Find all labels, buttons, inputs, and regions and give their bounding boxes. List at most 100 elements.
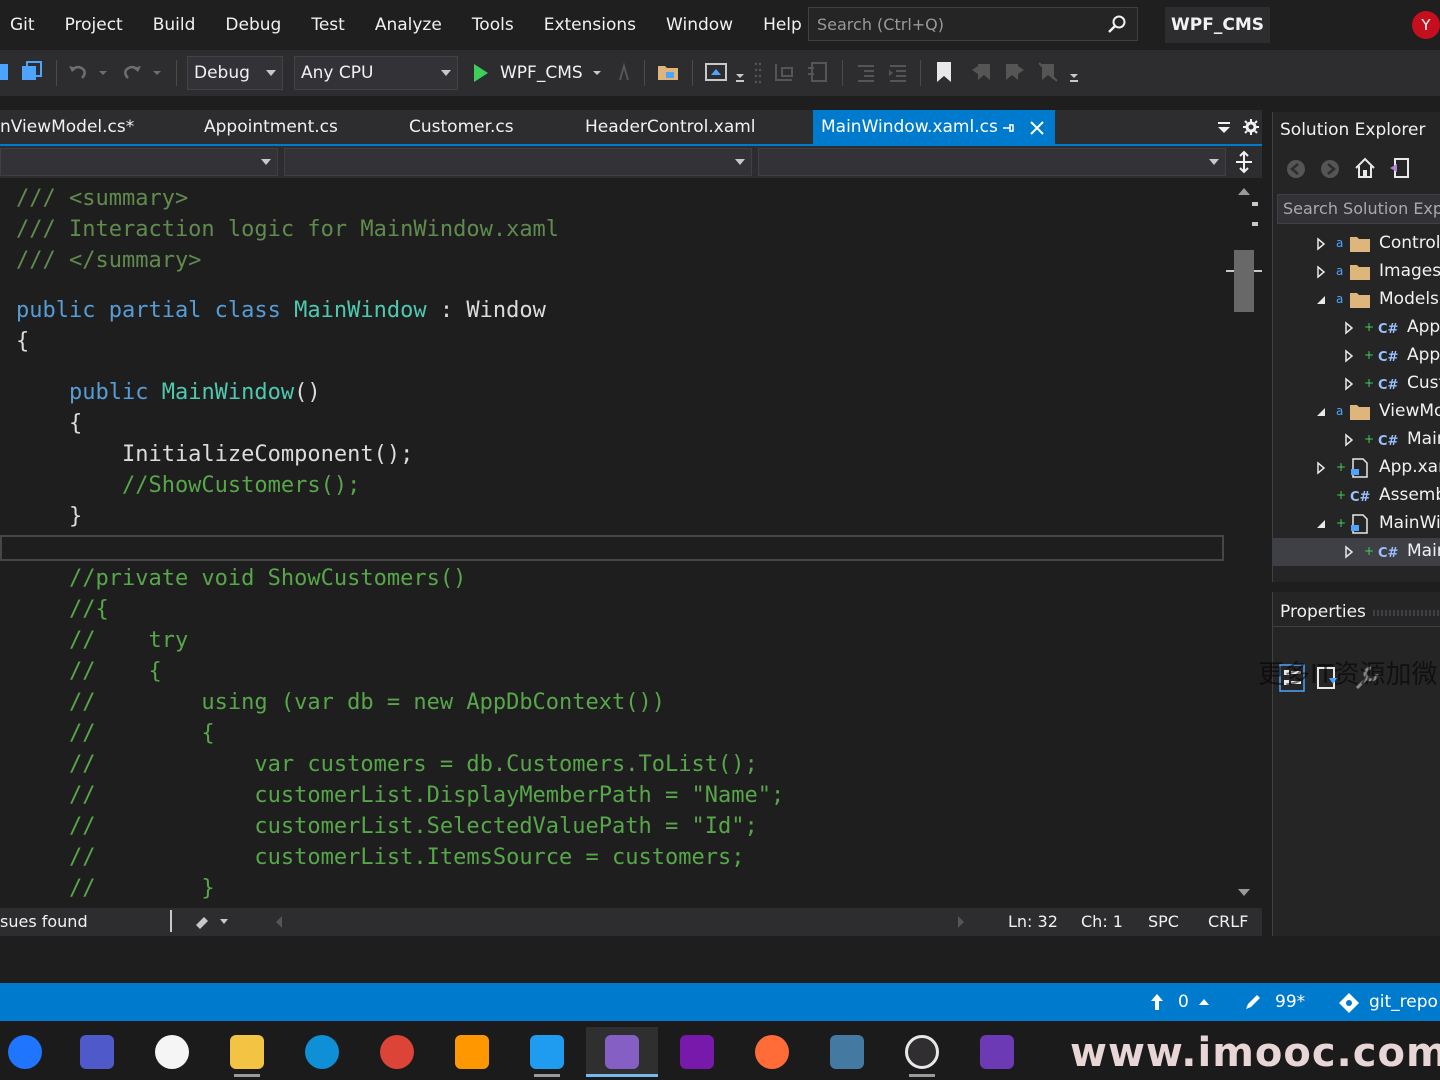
undo-dropdown-icon[interactable] [96,60,110,84]
menu-build[interactable]: Build [138,0,211,50]
hot-reload-icon[interactable] [612,60,636,84]
scroll-up-icon[interactable] [1236,186,1252,196]
split-window-icon[interactable] [1234,150,1254,174]
overflow-icon[interactable] [734,60,746,84]
solution-name-badge[interactable]: WPF_CMS [1165,7,1270,43]
whitespace-indicator[interactable]: SPC [1148,912,1179,931]
tree-item[interactable]: a ViewMo [1273,398,1440,426]
outdent-icon[interactable] [854,60,878,84]
menu-extensions[interactable]: Extensions [529,0,651,50]
scroll-down-icon[interactable] [1236,888,1252,898]
search-input[interactable]: Search (Ctrl+Q) [808,7,1138,41]
start-debugging-button[interactable]: WPF_CMS [472,58,603,88]
taskbar-app[interactable] [447,1027,497,1077]
redo-icon[interactable] [120,60,144,84]
project-scope-select[interactable] [0,148,278,176]
taskbar-app[interactable] [672,1027,722,1077]
previous-bookmark-icon[interactable] [970,60,994,84]
save-all-icon[interactable] [20,60,44,84]
vertical-scrollbar[interactable] [1226,178,1262,908]
expand-icon[interactable] [1315,461,1327,475]
step-into-icon[interactable] [772,60,796,84]
close-icon[interactable] [1029,120,1045,136]
configuration-select[interactable]: Debug [187,56,283,90]
tree-item[interactable]: a Controls [1273,230,1440,258]
issues-indicator[interactable]: sues found [0,912,88,931]
taskbar-app[interactable] [522,1027,572,1077]
collapse-icon[interactable] [1315,517,1327,531]
pending-changes[interactable]: 99* [1275,992,1305,1012]
scroll-right-icon[interactable] [956,914,966,930]
open-folder-icon[interactable] [656,60,680,84]
taskbar-app[interactable] [372,1027,422,1077]
expand-icon[interactable] [1315,237,1327,251]
indent-icon[interactable] [886,60,910,84]
taskbar-app[interactable] [897,1027,947,1077]
expand-icon[interactable] [1343,321,1355,335]
next-bookmark-icon[interactable] [1002,60,1026,84]
tree-item[interactable]: + MainWi [1273,510,1440,538]
git-repo-name[interactable]: git_repo [1369,992,1438,1012]
scroll-thumb[interactable] [1234,250,1254,312]
back-icon[interactable] [1285,158,1307,180]
tab-list-dropdown-icon[interactable] [1216,120,1232,136]
tree-item[interactable]: a Images [1273,258,1440,286]
tab-appointment[interactable]: Appointment.cs [204,110,338,144]
taskbar-app[interactable] [72,1027,122,1077]
expand-icon[interactable] [1343,545,1355,559]
menu-analyze[interactable]: Analyze [360,0,457,50]
forward-icon[interactable] [1319,158,1341,180]
tab-mainwindow-xaml-cs[interactable]: MainWindow.xaml.cs [813,110,1055,144]
menu-help[interactable]: Help [748,0,817,50]
tree-item[interactable]: a Models [1273,286,1440,314]
taskbar-app[interactable] [297,1027,347,1077]
taskbar-app[interactable] [222,1027,272,1077]
line-indicator[interactable]: Ln: 32 [1008,912,1058,931]
tree-item[interactable]: +C# Main [1273,426,1440,454]
menu-test[interactable]: Test [296,0,359,50]
expand-icon[interactable] [1343,377,1355,391]
pin-icon[interactable] [1001,121,1015,135]
collapse-icon[interactable] [1315,405,1327,419]
switch-views-icon[interactable] [1387,156,1411,180]
expand-icon[interactable] [1343,433,1355,447]
push-count[interactable]: 0 [1178,992,1189,1012]
taskbar-app[interactable] [586,1027,658,1077]
taskbar-app[interactable] [972,1027,1022,1077]
tab-viewmodel[interactable]: nViewModel.cs* [0,110,134,144]
bookmark-icon[interactable] [932,60,956,84]
line-ending-indicator[interactable]: CRLF [1208,912,1248,931]
menu-debug[interactable]: Debug [210,0,296,50]
menu-git[interactable]: Git [0,0,50,50]
tree-item[interactable]: +C# Main [1273,538,1440,566]
taskbar-app[interactable] [822,1027,872,1077]
menu-window[interactable]: Window [651,0,748,50]
member-scope-select[interactable] [758,148,1226,176]
collapse-icon[interactable] [1315,293,1327,307]
tab-customer[interactable]: Customer.cs [409,110,514,144]
tree-item[interactable]: + C# Assemb [1273,482,1440,510]
code-cleanup-icon[interactable] [194,913,232,931]
browser-link-icon[interactable] [704,60,728,84]
tree-item[interactable]: +C# Cust [1273,370,1440,398]
taskbar-app[interactable] [747,1027,797,1077]
gear-icon[interactable] [1242,118,1260,136]
chevron-up-icon[interactable] [1198,997,1210,1007]
redo-dropdown-icon[interactable] [150,60,164,84]
code-editor[interactable]: /// <summary> /// Interaction logic for … [0,178,1226,908]
search-icon[interactable] [1107,14,1127,34]
clear-bookmarks-icon[interactable] [1036,60,1060,84]
scroll-left-icon[interactable] [274,914,284,930]
tab-header-control[interactable]: HeaderControl.xaml [585,110,756,144]
expand-icon[interactable] [1343,349,1355,363]
platform-select[interactable]: Any CPU [294,56,458,90]
tree-item[interactable]: + C# App [1273,314,1440,342]
menu-tools[interactable]: Tools [457,0,529,50]
step-over-icon[interactable] [806,60,830,84]
menu-project[interactable]: Project [50,0,138,50]
tree-item[interactable]: + App.xam [1273,454,1440,482]
type-scope-select[interactable] [284,148,752,176]
tree-item[interactable]: + C# App [1273,342,1440,370]
taskbar-app[interactable] [0,1027,50,1077]
home-icon[interactable] [1353,156,1377,180]
